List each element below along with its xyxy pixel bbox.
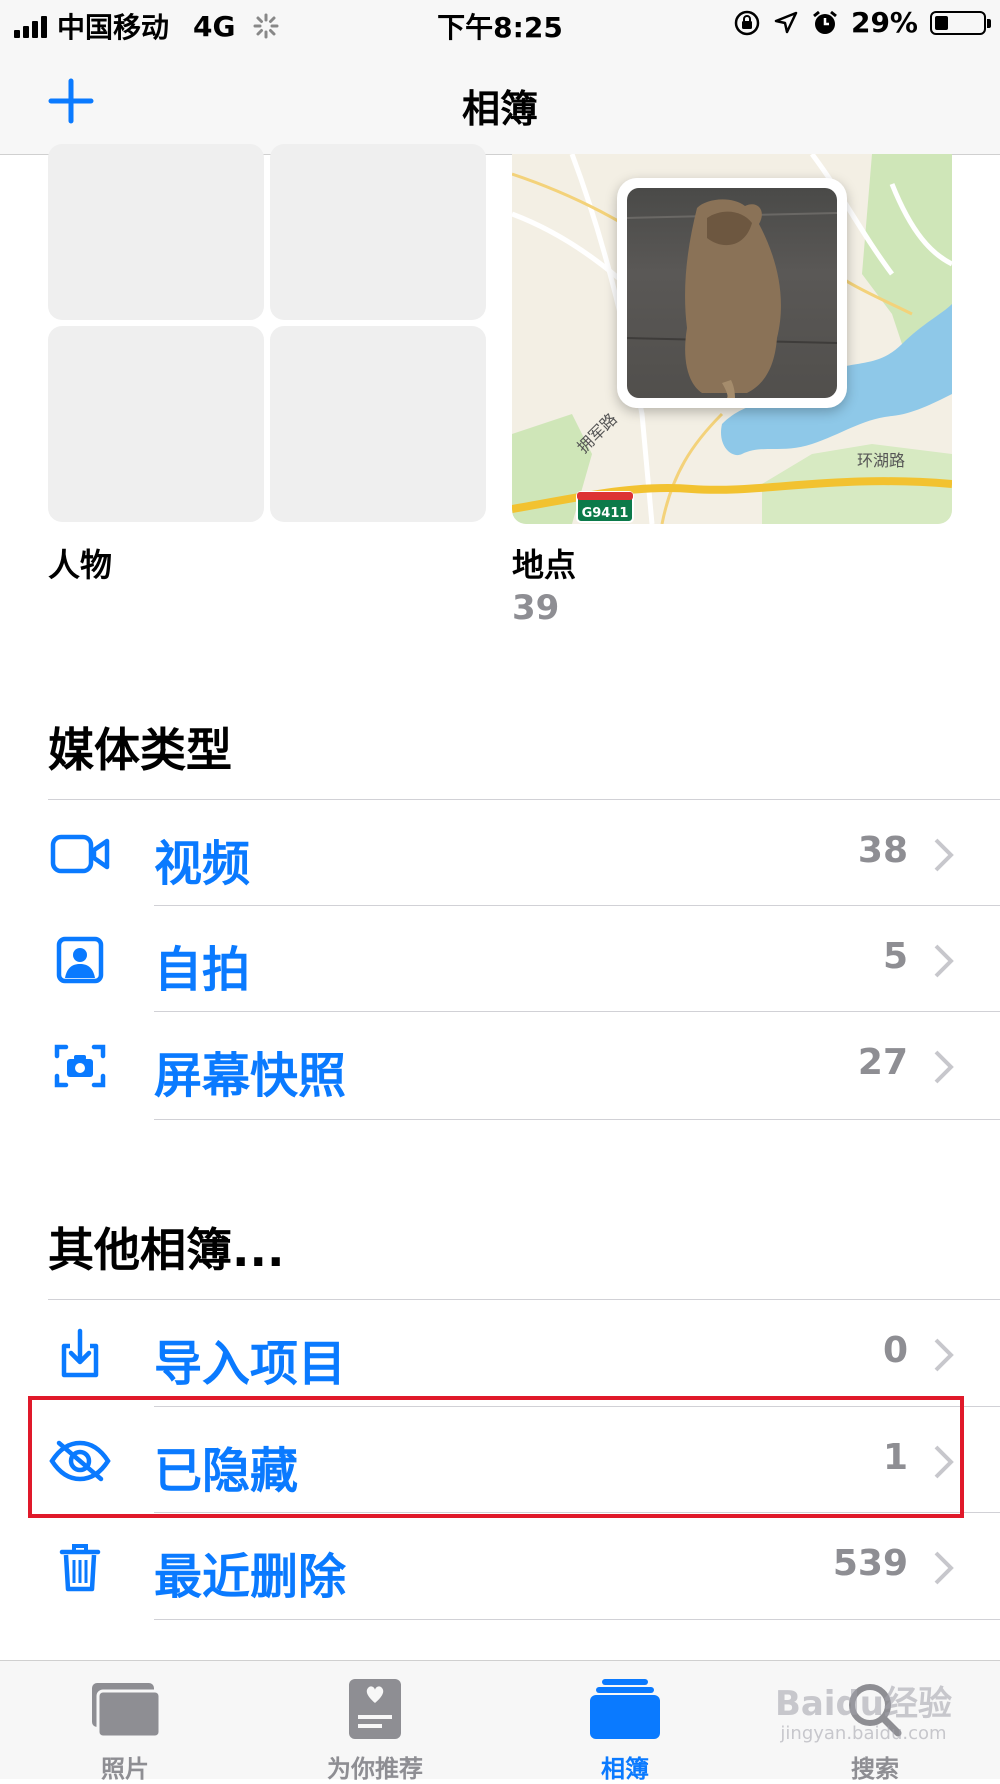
person-thumbnail bbox=[48, 144, 264, 320]
photos-tab-icon bbox=[92, 1683, 162, 1739]
places-label: 地点 bbox=[512, 546, 577, 584]
album-label: 视频 bbox=[154, 836, 251, 892]
album-row-screenshots[interactable]: 屏幕快照 27 bbox=[0, 1012, 1000, 1118]
map-highway-shield: G9411 bbox=[582, 506, 629, 521]
album-label: 最近删除 bbox=[154, 1549, 347, 1605]
battery-percent: 29% bbox=[850, 6, 918, 39]
chevron-right-icon bbox=[934, 838, 954, 872]
places-count: 39 bbox=[512, 588, 560, 628]
tab-albums[interactable]: 相簿 bbox=[500, 1661, 750, 1783]
status-right: 29% bbox=[733, 6, 991, 39]
video-icon bbox=[48, 824, 112, 884]
chevron-right-icon bbox=[934, 1338, 954, 1372]
album-label: 屏幕快照 bbox=[154, 1048, 347, 1104]
status-bar: 中国移动 4G 下午8:25 29% bbox=[0, 0, 1000, 50]
chevron-right-icon bbox=[934, 1551, 954, 1585]
people-album-tile[interactable] bbox=[48, 144, 488, 524]
trash-icon bbox=[48, 1537, 112, 1597]
tab-label: 为你推荐 bbox=[327, 1755, 423, 1783]
tab-label: 相簿 bbox=[601, 1755, 649, 1783]
divider bbox=[154, 1119, 1000, 1120]
watermark-brand: Baidu经验 bbox=[774, 1684, 952, 1724]
baidu-watermark: Baidu经验 jingyan.baidu.com bbox=[775, 1684, 952, 1744]
alarm-icon bbox=[813, 10, 837, 34]
section-title-media-types: 媒体类型 bbox=[48, 723, 232, 777]
for-you-tab-icon bbox=[349, 1679, 401, 1739]
album-count: 27 bbox=[857, 1042, 908, 1083]
people-label: 人物 bbox=[48, 546, 113, 584]
section-title-other-albums: 其他相簿... bbox=[48, 1223, 285, 1277]
orientation-lock-icon bbox=[734, 10, 760, 35]
page-title: 相簿 bbox=[461, 87, 538, 131]
location-arrow-icon bbox=[774, 11, 798, 33]
person-thumbnail bbox=[48, 326, 264, 522]
battery-icon bbox=[930, 10, 991, 35]
watermark-url: jingyan.baidu.com bbox=[780, 1723, 947, 1744]
divider bbox=[154, 1619, 1000, 1620]
tab-label: 照片 bbox=[101, 1755, 149, 1783]
chevron-right-icon bbox=[934, 944, 954, 978]
album-count: 539 bbox=[832, 1543, 908, 1584]
import-icon bbox=[48, 1324, 112, 1384]
places-album-tile[interactable]: 拥军路 环湖路 G9411 bbox=[512, 154, 952, 524]
album-row-videos[interactable]: 视频 38 bbox=[0, 800, 1000, 906]
navigation-bar: 相簿 bbox=[0, 50, 1000, 155]
album-count: 38 bbox=[857, 830, 908, 871]
screenshot-icon bbox=[48, 1036, 112, 1096]
map-pin-thumbnail bbox=[617, 178, 847, 408]
map-road-label: 环湖路 bbox=[857, 451, 905, 470]
person-thumbnail bbox=[270, 144, 486, 320]
tab-for-you[interactable]: 为你推荐 bbox=[250, 1661, 500, 1783]
tab-label: 搜索 bbox=[851, 1755, 899, 1783]
selfie-icon bbox=[48, 930, 112, 990]
battery-fill bbox=[935, 15, 948, 30]
album-label: 自拍 bbox=[154, 942, 251, 998]
album-row-recently-deleted[interactable]: 最近删除 539 bbox=[0, 1513, 1000, 1619]
album-label: 导入项目 bbox=[154, 1336, 347, 1392]
dog-photo bbox=[627, 188, 837, 398]
albums-tab-icon bbox=[590, 1679, 660, 1739]
chevron-right-icon bbox=[934, 1050, 954, 1084]
album-count: 5 bbox=[882, 936, 908, 977]
album-row-selfies[interactable]: 自拍 5 bbox=[0, 906, 1000, 1012]
tab-photos[interactable]: 照片 bbox=[0, 1661, 250, 1783]
album-count: 0 bbox=[882, 1330, 908, 1371]
person-thumbnail bbox=[270, 326, 486, 522]
highlight-box bbox=[28, 1396, 964, 1518]
album-row-imports[interactable]: 导入项目 0 bbox=[0, 1300, 1000, 1406]
